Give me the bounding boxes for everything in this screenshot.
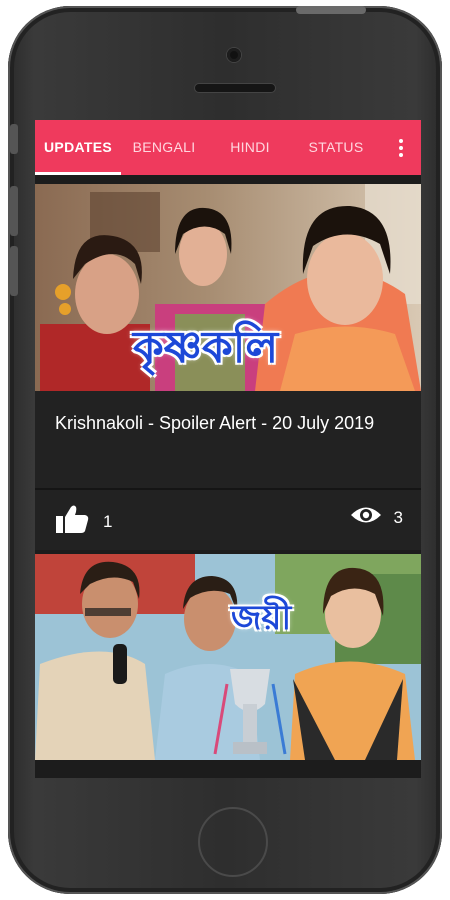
tab-status[interactable]: STATUS [293,120,379,175]
power-button [296,6,366,14]
volume-down-button [10,246,18,296]
tab-bengali[interactable]: BENGALI [121,120,207,175]
post-card[interactable]: জয়ী [35,554,421,760]
home-button[interactable] [198,807,268,877]
post-thumbnail[interactable]: জয়ী [35,554,421,760]
front-camera [227,48,241,62]
volume-up-button [10,186,18,236]
like-count: 1 [103,511,113,531]
post-meta: 1 3 [35,490,421,550]
tab-updates[interactable]: UPDATES [35,120,121,175]
thumbnail-image [35,554,421,760]
view-count: 3 [393,507,403,527]
post-thumbnail[interactable]: কৃষ্ণকলি [35,184,421,391]
post-title[interactable]: Krishnakoli - Spoiler Alert - 20 July 20… [55,408,405,438]
thumbnail-title-text: কৃষ্ণকলি [133,322,279,373]
tab-hindi[interactable]: HINDI [213,120,287,175]
like-button[interactable]: 1 [55,504,112,539]
earpiece-speaker [195,84,275,92]
eye-icon [350,504,382,531]
thumbnail-title-text: জয়ী [231,598,292,638]
tab-bar: UPDATES BENGALI HINDI STATUS [35,120,421,175]
post-card[interactable]: কৃষ্ণকলি Krishnakoli - Spoiler Alert - 2… [35,184,421,550]
mute-switch [10,124,18,154]
app-screen: UPDATES BENGALI HINDI STATUS কৃষ্ণকলি Kr… [35,120,421,778]
view-counter: 3 [350,504,403,531]
active-tab-indicator [35,172,121,175]
thumbs-up-icon [55,504,89,539]
more-vert-icon[interactable] [391,120,411,175]
